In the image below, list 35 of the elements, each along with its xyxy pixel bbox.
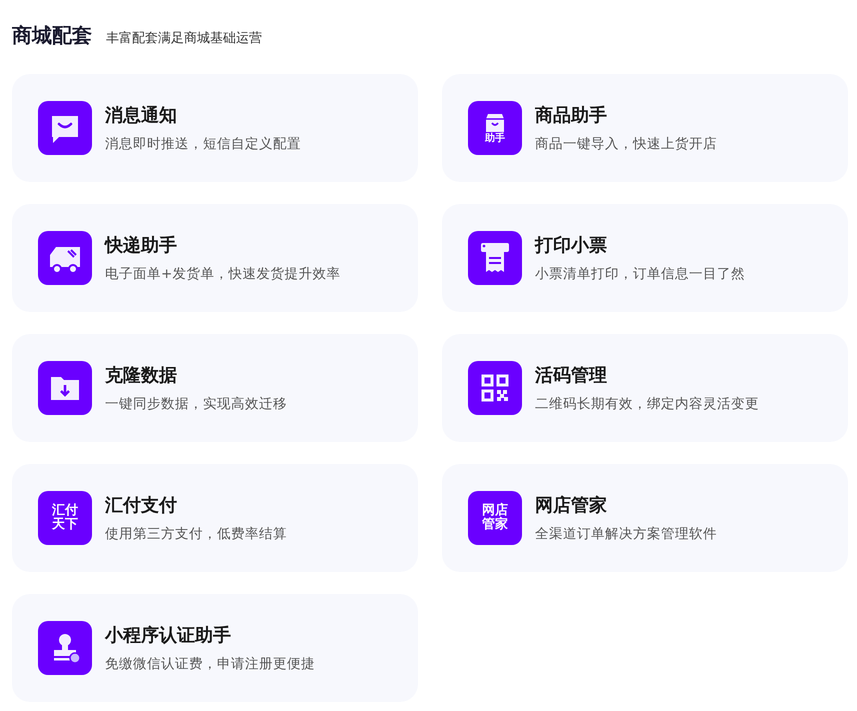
feature-card[interactable]: 汇付 天下 汇付支付 使用第三方支付，低费率结算 (12, 464, 418, 572)
card-title: 快递助手 (105, 234, 178, 257)
logo-text: 管家 (482, 518, 508, 532)
card-title: 汇付支付 (105, 494, 178, 517)
card-title: 商品助手 (535, 104, 608, 127)
feature-card[interactable]: 网店 管家 网店管家 全渠道订单解决方案管理软件 (442, 464, 848, 572)
card-description: 一键同步数据，实现高效迁移 (105, 395, 287, 413)
feature-card[interactable]: 小程序认证助手 免缴微信认证费，申请注册更便捷 (12, 594, 418, 702)
card-description: 电子面单+发货单，快速发货提升效率 (105, 265, 340, 283)
card-title: 打印小票 (535, 234, 608, 257)
feature-card[interactable]: 助手 商品助手 商品一键导入，快速上货开店 (442, 74, 848, 182)
feature-card[interactable]: 活码管理 二维码长期有效，绑定内容灵活变更 (442, 334, 848, 442)
shopping-bag-icon (483, 112, 507, 132)
section-title: 商城配套 (12, 22, 92, 49)
card-title: 网店管家 (535, 494, 608, 517)
feature-card[interactable]: 快递助手 电子面单+发货单，快速发货提升效率 (12, 204, 418, 312)
logo-text: 汇付 (52, 504, 78, 518)
card-description: 小票清单打印，订单信息一目了然 (535, 265, 745, 283)
icon-label: 助手 (485, 132, 505, 144)
card-title: 活码管理 (535, 364, 608, 387)
card-description: 全渠道订单解决方案管理软件 (535, 525, 717, 543)
feature-card[interactable]: 打印小票 小票清单打印，订单信息一目了然 (442, 204, 848, 312)
card-title: 消息通知 (105, 104, 178, 127)
card-description: 商品一键导入，快速上货开店 (535, 135, 717, 153)
card-description: 消息即时推送，短信自定义配置 (105, 135, 301, 153)
card-description: 免缴微信认证费，申请注册更便捷 (105, 655, 315, 673)
feature-card[interactable]: 消息通知 消息即时推送，短信自定义配置 (12, 74, 418, 182)
card-description: 使用第三方支付，低费率结算 (105, 525, 287, 543)
feature-card[interactable]: 克隆数据 一键同步数据，实现高效迁移 (12, 334, 418, 442)
card-title: 克隆数据 (105, 364, 178, 387)
logo-text: 天下 (52, 518, 78, 532)
logo-text: 网店 (482, 504, 508, 518)
card-title: 小程序认证助手 (105, 624, 232, 647)
card-description: 二维码长期有效，绑定内容灵活变更 (535, 395, 759, 413)
section-subtitle: 丰富配套满足商城基础运营 (106, 30, 262, 47)
